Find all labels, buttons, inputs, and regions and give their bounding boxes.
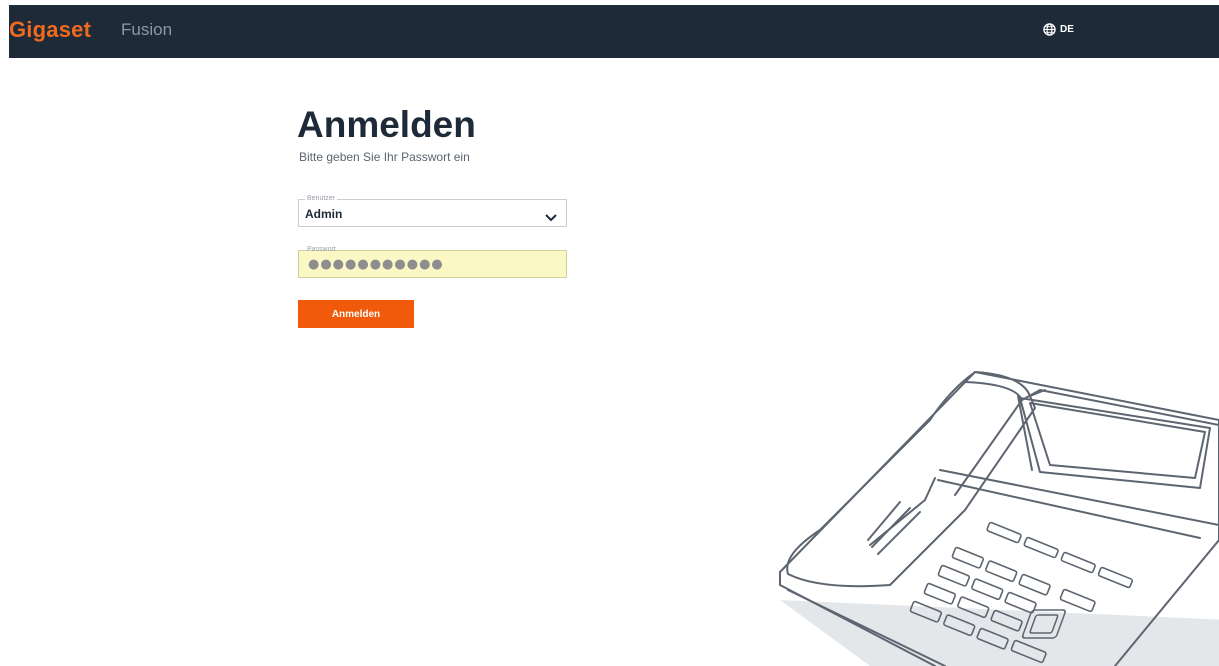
language-switcher[interactable]: DE [1043, 23, 1074, 36]
page-title: Anmelden [297, 104, 476, 145]
language-label: DE [1060, 24, 1074, 35]
user-select-value: Admin [305, 207, 343, 221]
user-select-label: Benutzer [305, 194, 338, 203]
product-name: Fusion [121, 20, 173, 39]
chevron-down-icon [545, 209, 557, 227]
globe-icon [1043, 23, 1056, 36]
page-subtitle: Bitte geben Sie Ihr Passwort ein [299, 150, 470, 164]
top-bar: Gigaset Fusion DE [9, 5, 1219, 58]
password-input[interactable] [300, 252, 565, 276]
brand-logo: Gigaset [9, 17, 92, 42]
user-select[interactable]: Benutzer Admin [298, 194, 567, 227]
login-button[interactable]: Anmelden [298, 300, 414, 328]
desk-phone-illustration [779, 371, 1219, 666]
password-field[interactable]: Passwort [298, 246, 567, 278]
